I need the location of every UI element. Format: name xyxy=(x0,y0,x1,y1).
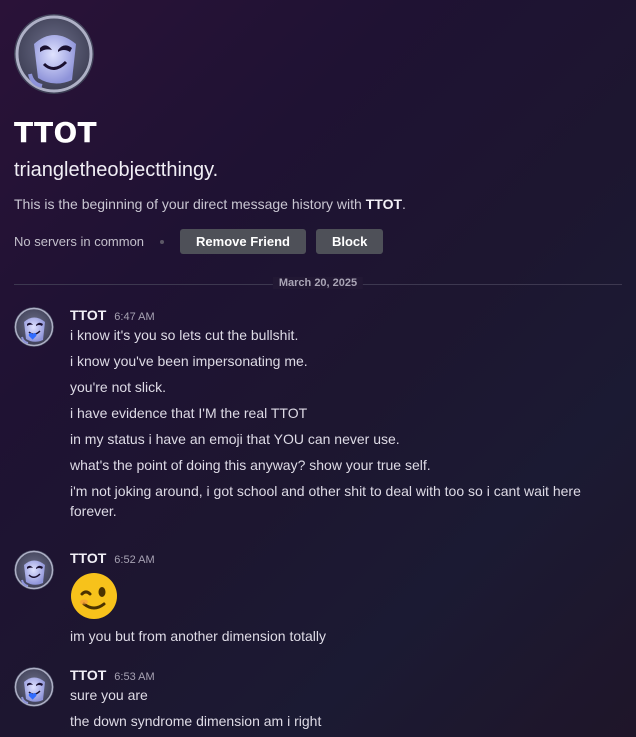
profile-avatar[interactable] xyxy=(14,14,94,94)
mutual-servers-text[interactable]: No servers in common xyxy=(14,234,144,249)
intro-name: TTOT xyxy=(365,196,403,212)
message-author[interactable]: TTOT xyxy=(70,307,106,323)
message-line: im you but from another dimension totall… xyxy=(70,628,327,644)
remove-friend-button[interactable]: Remove Friend xyxy=(180,229,306,254)
profile-display-name: TTOT xyxy=(14,116,97,149)
date-divider: March 20, 2025 xyxy=(14,277,622,289)
separator-dot xyxy=(160,239,165,244)
message-timestamp: 6:52 AM xyxy=(114,554,155,566)
message-group: TTOT 6:53 AM sure you are the down syndr… xyxy=(14,667,622,731)
intro-text: This is the beginning of your direct mes… xyxy=(14,196,622,212)
message-group: TTOT 6:47 AM i know it's you so lets cut… xyxy=(14,307,622,521)
author-avatar[interactable] xyxy=(14,307,54,347)
message-line: i have evidence that I'M the real TTOT xyxy=(70,405,308,421)
profile-actions: No servers in common Remove Friend Block xyxy=(14,229,622,254)
block-button[interactable]: Block xyxy=(315,229,384,254)
intro-prefix: This is the beginning of your direct mes… xyxy=(14,196,366,212)
message-line: you're not slick. xyxy=(70,379,167,395)
winking-face-icon xyxy=(70,572,118,620)
message-timestamp: 6:53 AM xyxy=(114,671,155,683)
intro-suffix: . xyxy=(402,196,406,212)
message-group: TTOT 6:52 AM im you but from another dim… xyxy=(14,550,622,646)
message-line: i know you've been impersonating me. xyxy=(70,353,308,369)
author-avatar[interactable] xyxy=(14,667,54,707)
message-line: the down syndrome dimension am i right xyxy=(70,713,322,729)
author-avatar[interactable] xyxy=(14,550,54,590)
dm-intro: TTOT triangletheobjectthingy. This is th… xyxy=(14,14,622,254)
message-author[interactable]: TTOT xyxy=(70,550,106,566)
message-line: i'm not joking around, i got school and … xyxy=(70,483,581,519)
message-line: what's the point of doing this anyway? s… xyxy=(70,457,431,473)
message-line: sure you are xyxy=(70,687,148,703)
message-line: i know it's you so lets cut the bullshit… xyxy=(70,327,299,343)
message-line: in my status i have an emoji that YOU ca… xyxy=(70,431,400,447)
message-author[interactable]: TTOT xyxy=(70,667,106,683)
message-timestamp: 6:47 AM xyxy=(114,311,155,323)
date-divider-label: March 20, 2025 xyxy=(272,277,364,289)
profile-username: triangletheobjectthingy. xyxy=(14,159,219,181)
